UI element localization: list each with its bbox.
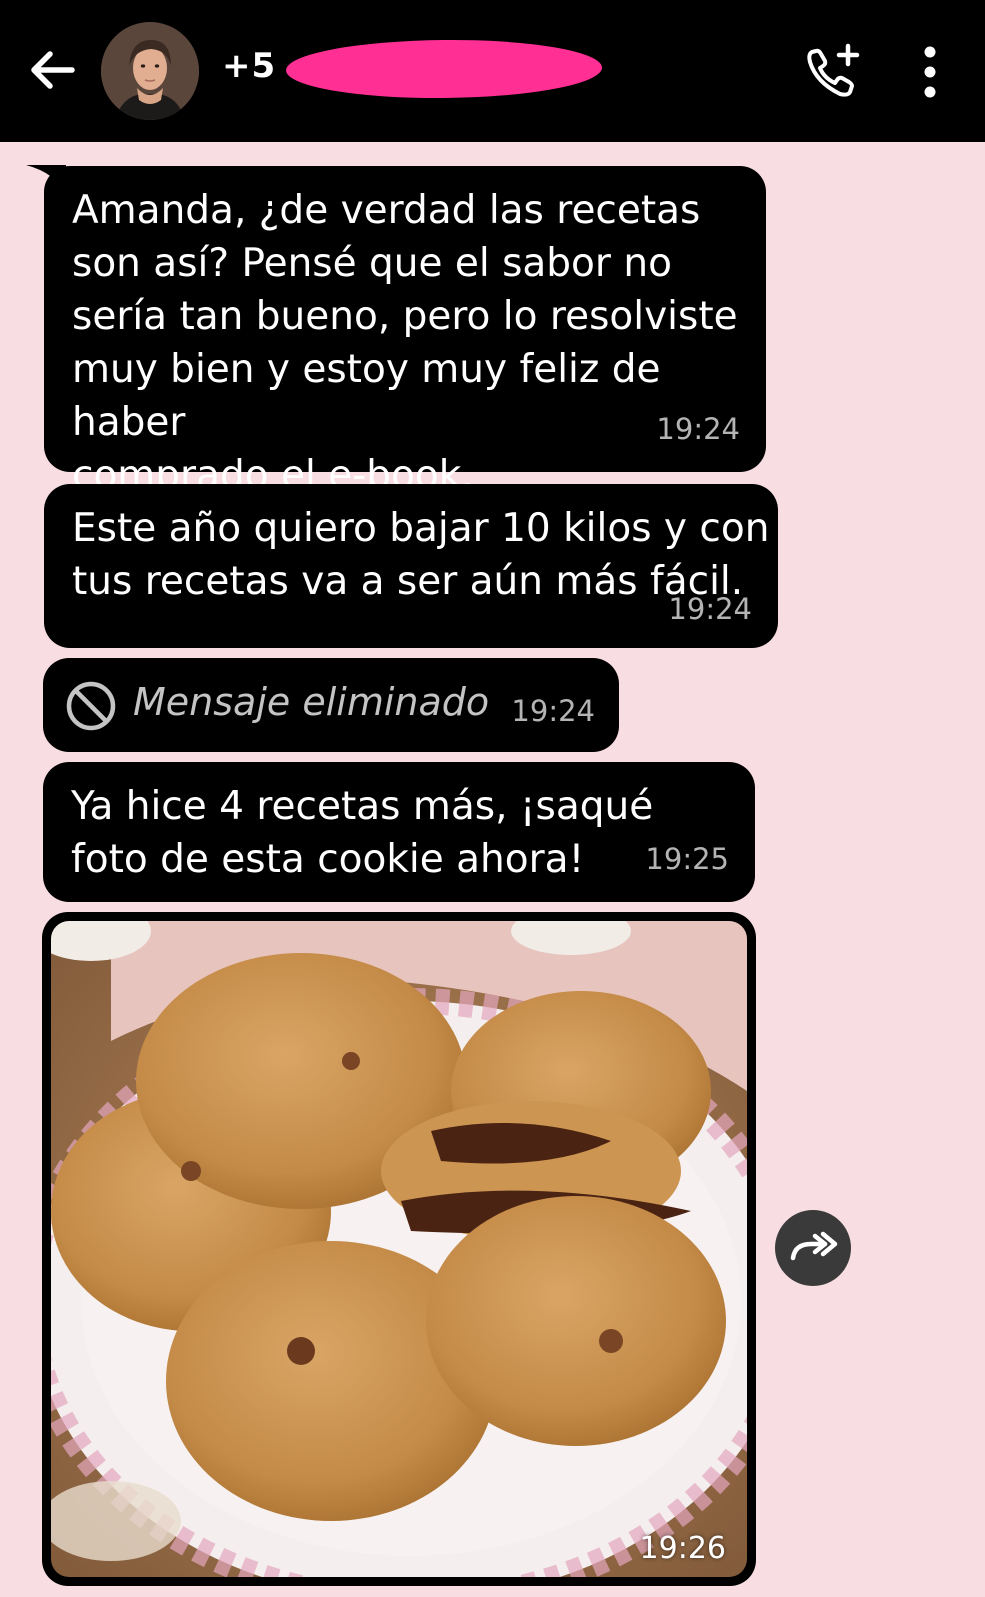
prohibited-icon xyxy=(66,681,116,731)
arrow-left-icon[interactable] xyxy=(26,44,78,96)
message-line: foto de esta cookie ahora! xyxy=(71,837,585,882)
deleted-message-text: Mensaje eliminado xyxy=(133,680,490,724)
message-time: 19:26 xyxy=(639,1531,726,1566)
message-time: 19:24 xyxy=(656,412,740,446)
forward-button[interactable] xyxy=(775,1210,851,1286)
message-line: Ya hice 4 recetas más, ¡saqué xyxy=(71,784,654,829)
chat-header: +5 xyxy=(0,0,985,142)
message-line: tus recetas va a ser aún más fácil. xyxy=(72,559,744,604)
message-text: Este año quiero bajar 10 kilos y con tus… xyxy=(72,502,769,608)
message-line: sería tan bueno, pero lo resolviste xyxy=(72,294,738,339)
phone-add-icon[interactable] xyxy=(802,42,862,102)
message-time: 19:24 xyxy=(511,694,595,728)
message-line: Amanda, ¿de verdad las recetas xyxy=(72,188,701,233)
redaction-mark xyxy=(285,38,603,100)
image-message-bubble[interactable]: 19:26 xyxy=(42,912,756,1586)
message-bubble[interactable]: Ya hice 4 recetas más, ¡saqué foto de es… xyxy=(43,762,755,902)
message-line: son así? Pensé que el sabor no xyxy=(72,241,672,286)
message-time: 19:24 xyxy=(668,592,752,626)
cookies-photo[interactable] xyxy=(51,921,747,1577)
message-bubble[interactable]: Este año quiero bajar 10 kilos y con tus… xyxy=(44,484,778,648)
message-bubble[interactable]: Amanda, ¿de verdad las recetas son así? … xyxy=(44,166,766,498)
contact-number[interactable]: +5 xyxy=(222,46,276,86)
message-time: 19:25 xyxy=(645,842,729,876)
more-vertical-icon[interactable] xyxy=(912,44,948,100)
forward-icon xyxy=(790,1231,838,1261)
deleted-message-bubble[interactable]: Mensaje eliminado 19:24 xyxy=(43,658,619,752)
message-line: Este año quiero bajar 10 kilos y con xyxy=(72,506,770,551)
message-text: Ya hice 4 recetas más, ¡saqué foto de es… xyxy=(71,780,653,886)
avatar[interactable] xyxy=(101,22,199,120)
